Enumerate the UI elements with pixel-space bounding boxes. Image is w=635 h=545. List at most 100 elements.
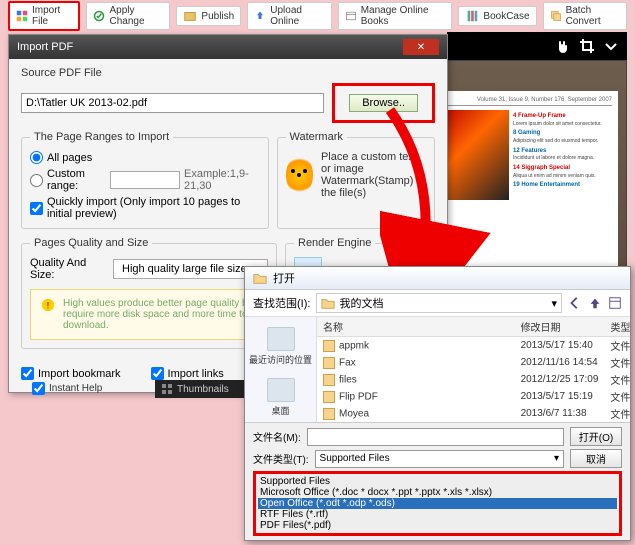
upload-icon: [254, 9, 266, 23]
file-dialog-footer: 文件名(M): 打开(O) 文件类型(T): Supported Files▾ …: [245, 422, 630, 540]
manage-books-label: Manage Online Books: [361, 5, 446, 27]
svg-text:!: !: [47, 301, 50, 312]
watermark-legend: Watermark: [286, 131, 347, 143]
file-row[interactable]: Flip PDF2013/5/17 15:19文件夹: [317, 388, 630, 405]
filename-input[interactable]: [307, 428, 564, 446]
import-icon: [16, 9, 28, 23]
import-file-label: Import File: [32, 5, 72, 27]
custom-range-input[interactable]: [110, 171, 180, 189]
browse-button[interactable]: Browse..: [349, 94, 418, 112]
source-file-input[interactable]: [21, 93, 324, 113]
preview-ribbon: [447, 32, 627, 60]
publish-label: Publish: [201, 11, 234, 22]
chevron-down-icon[interactable]: [603, 38, 619, 54]
batch-convert-label: Batch Convert: [566, 5, 620, 27]
import-links-checkbox[interactable]: [151, 367, 164, 380]
watermark-group: Watermark Place a custom text or image W…: [277, 131, 436, 229]
preview-page: Volume 31, Issue 9, Number 176, Septembe…: [433, 91, 618, 291]
batch-convert-button[interactable]: Batch Convert: [543, 2, 627, 30]
instant-help[interactable]: Instant Help: [32, 382, 102, 395]
lookin-label: 查找范围(I):: [253, 295, 310, 311]
col-name[interactable]: 名称: [317, 317, 515, 337]
import-bookmark-label: Import bookmark: [38, 368, 121, 380]
file-row[interactable]: files2012/12/25 17:09文件夹: [317, 371, 630, 388]
hand-icon[interactable]: [555, 38, 571, 54]
quickly-import-checkbox[interactable]: [30, 202, 43, 215]
page-ranges-group: The Page Ranges to Import All pages Cust…: [21, 131, 269, 229]
file-row[interactable]: appmk2013/5/17 15:40文件夹: [317, 337, 630, 355]
browse-highlight: Browse..: [332, 83, 435, 123]
file-list[interactable]: 名称 修改日期 类型 大小 appmk2013/5/17 15:40文件夹Fax…: [317, 317, 630, 422]
batch-icon: [550, 9, 562, 23]
custom-range-label: Custom range:: [47, 168, 106, 192]
quality-label: Quality And Size:: [30, 257, 105, 281]
filetype-option[interactable]: Microsoft Office (*.doc * docx *.ppt *.p…: [258, 487, 617, 498]
upload-online-label: Upload Online: [270, 5, 324, 27]
up-icon[interactable]: [588, 296, 602, 310]
crop-icon[interactable]: [579, 38, 595, 54]
render-engine-legend: Render Engine: [294, 237, 375, 249]
import-file-button[interactable]: Import File: [8, 1, 80, 31]
recent-icon: [267, 327, 295, 351]
filetype-option-selected[interactable]: Open Office (*.odt *.odp *.ods): [258, 498, 617, 509]
quality-group: Pages Quality and Size Quality And Size:…: [21, 237, 277, 349]
col-date[interactable]: 修改日期: [515, 317, 605, 337]
manage-books-button[interactable]: Manage Online Books: [338, 2, 453, 30]
dialog-titlebar[interactable]: Import PDF ✕: [9, 35, 447, 59]
close-button[interactable]: ✕: [403, 39, 439, 55]
upload-online-button[interactable]: Upload Online: [247, 2, 331, 30]
folder-icon: [323, 374, 335, 386]
filetype-select[interactable]: Supported Files▾: [315, 450, 564, 468]
filetype-option[interactable]: RTF Files (*.rtf): [258, 509, 617, 520]
filetype-dropdown[interactable]: Supported Files Microsoft Office (*.doc …: [253, 471, 622, 536]
bookcase-button[interactable]: BookCase: [458, 6, 536, 26]
preview-thumbnail: [439, 110, 509, 200]
back-icon[interactable]: [568, 296, 582, 310]
sidebar-item-desktop[interactable]: 桌面: [245, 372, 316, 422]
all-pages-radio[interactable]: [30, 151, 43, 164]
folder-icon: [323, 408, 335, 420]
filetype-option[interactable]: PDF Files(*.pdf): [258, 520, 617, 531]
open-button[interactable]: 打开(O): [570, 427, 622, 446]
filetype-label: 文件类型(T):: [253, 451, 309, 466]
import-bookmark-checkbox[interactable]: [21, 367, 34, 380]
info-icon: !: [41, 298, 55, 312]
file-dialog-title: 打开: [273, 270, 295, 286]
file-dialog-titlebar[interactable]: 打开: [245, 267, 630, 290]
instant-help-checkbox[interactable]: [32, 382, 45, 395]
file-open-dialog: 打开 查找范围(I): 我的文档 ▾ 最近访问的位置 桌面 库 计算机 网络 名…: [244, 266, 631, 541]
desktop-icon: [267, 378, 295, 402]
col-type[interactable]: 类型: [604, 317, 630, 337]
apply-change-button[interactable]: Apply Change: [86, 2, 170, 30]
quality-legend: Pages Quality and Size: [30, 237, 152, 249]
folder-icon: [323, 357, 335, 369]
import-links-label: Import links: [168, 368, 224, 380]
page-ranges-legend: The Page Ranges to Import: [30, 131, 173, 143]
apply-icon: [93, 9, 105, 23]
thumbnails-icon: [161, 383, 173, 395]
cancel-button[interactable]: 取消: [570, 449, 622, 468]
folder-icon: [323, 391, 335, 403]
places-sidebar: 最近访问的位置 桌面 库 计算机 网络: [245, 317, 317, 422]
quality-note: ! High values produce better page qualit…: [30, 289, 268, 340]
dialog-title: Import PDF: [17, 41, 73, 53]
sidebar-item-recent[interactable]: 最近访问的位置: [245, 321, 316, 372]
bookcase-icon: [465, 9, 479, 23]
custom-range-radio[interactable]: [30, 174, 43, 187]
publish-button[interactable]: Publish: [176, 6, 241, 26]
filetype-option[interactable]: Supported Files: [258, 476, 617, 487]
quickly-import-label: Quickly import (Only import 10 pages to …: [47, 196, 260, 220]
file-row[interactable]: Moyea2013/6/7 11:38文件夹: [317, 405, 630, 422]
bookcase-label: BookCase: [483, 11, 529, 22]
view-icon[interactable]: [608, 296, 622, 310]
source-file-label: Source PDF File: [21, 67, 435, 79]
manage-icon: [345, 9, 357, 23]
watermark-icon[interactable]: [286, 155, 313, 195]
preview-header: Volume 31, Issue 9, Number 176, Septembe…: [439, 97, 612, 106]
folder-icon: [323, 340, 335, 352]
folder-open-icon: [253, 271, 267, 285]
publish-icon: [183, 9, 197, 23]
docs-folder-icon: [321, 296, 335, 310]
path-crumb[interactable]: 我的文档 ▾: [316, 293, 562, 313]
file-row[interactable]: Fax2012/11/16 14:54文件夹: [317, 354, 630, 371]
